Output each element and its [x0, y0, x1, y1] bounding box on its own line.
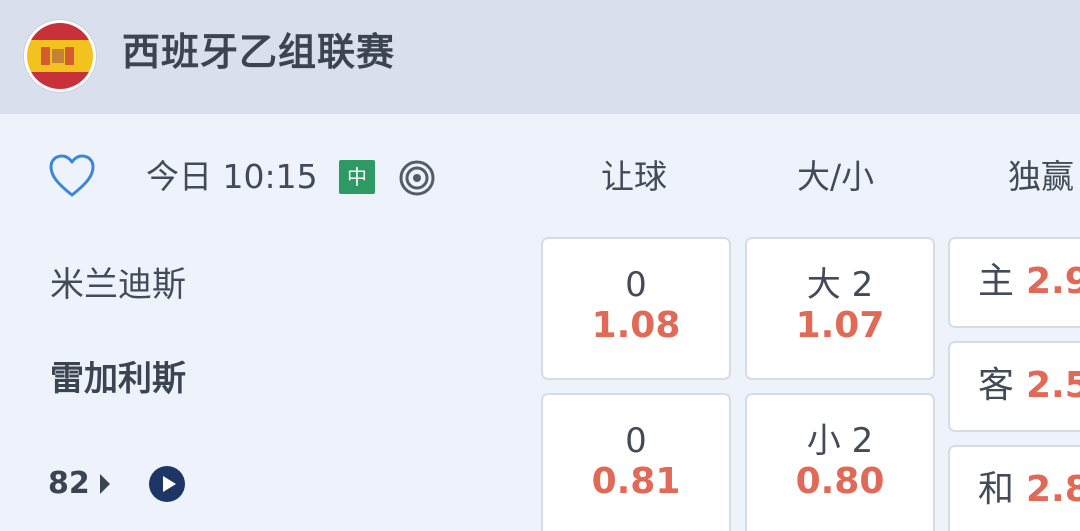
moneyline-label: 客	[978, 365, 1015, 406]
spain-flag-icon	[24, 20, 96, 92]
column-header-handicap: 让球	[601, 157, 667, 196]
away-team-name: 雷加利斯	[50, 359, 186, 399]
handicap-away-odds-cell[interactable]: 0 0.81	[541, 393, 731, 531]
handicap-home-odds-cell[interactable]: 0 1.08	[541, 237, 731, 380]
column-header-moneyline: 独赢	[1008, 157, 1074, 196]
match-time: 今日 10:15	[146, 157, 318, 196]
handicap-line: 0	[625, 421, 647, 461]
target-icon[interactable]	[398, 159, 436, 197]
match-minute: 82	[48, 466, 90, 501]
over-under-line: 小 2	[806, 421, 874, 461]
handicap-odds: 1.08	[591, 305, 681, 346]
over-under-odds: 0.80	[795, 461, 885, 502]
moneyline-draw-cell[interactable]: 和 2.8	[948, 445, 1080, 531]
live-badge: 中	[339, 160, 375, 194]
home-team-name: 米兰迪斯	[50, 265, 186, 305]
under-odds-cell[interactable]: 小 2 0.80	[745, 393, 935, 531]
moneyline-odds: 2.8	[1026, 469, 1080, 510]
league-title: 西班牙乙组联赛	[122, 30, 396, 74]
moneyline-home-cell[interactable]: 主 2.9	[948, 237, 1080, 328]
handicap-line: 0	[625, 265, 647, 305]
play-video-icon[interactable]	[148, 465, 186, 503]
favorite-heart-icon[interactable]	[48, 153, 96, 199]
league-header[interactable]: 西班牙乙组联赛	[0, 0, 1080, 114]
moneyline-label: 主	[978, 261, 1015, 302]
handicap-odds: 0.81	[591, 461, 681, 502]
moneyline-away-cell[interactable]: 客 2.5	[948, 341, 1080, 432]
moneyline-odds: 2.9	[1026, 261, 1080, 302]
over-odds-cell[interactable]: 大 2 1.07	[745, 237, 935, 380]
moneyline-odds: 2.5	[1026, 365, 1080, 406]
column-header-over-under: 大/小	[797, 157, 875, 196]
over-under-line: 大 2	[806, 265, 874, 305]
over-under-odds: 1.07	[795, 305, 885, 346]
caret-right-icon	[98, 472, 112, 496]
moneyline-label: 和	[978, 469, 1015, 510]
